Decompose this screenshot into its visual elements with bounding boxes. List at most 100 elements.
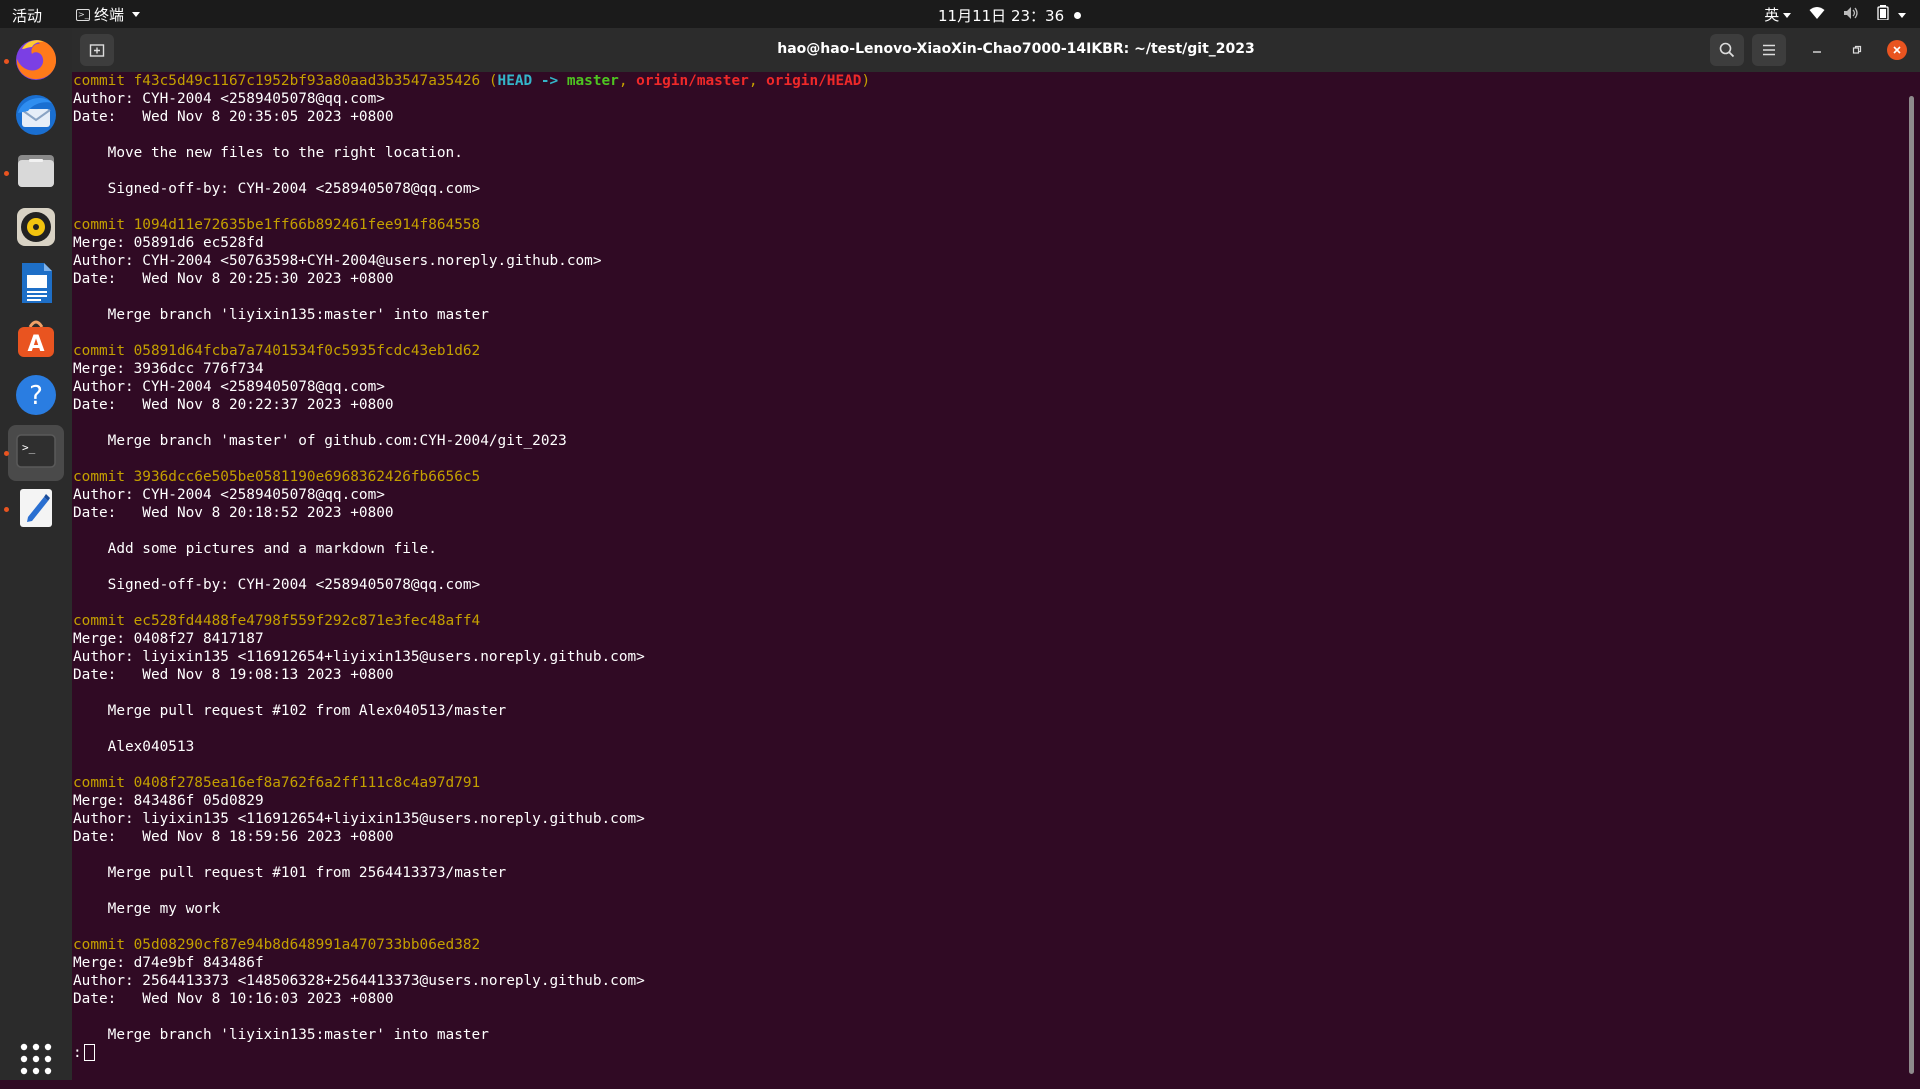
commit-line: commit ec528fd4488fe4798f559f292c871e3fe… bbox=[73, 612, 1908, 630]
commit-line: commit 3936dcc6e505be0581190e6968362426f… bbox=[73, 468, 1908, 486]
terminal-headerbar[interactable]: hao@hao-Lenovo-XiaoXin-Chao7000-14IKBR: … bbox=[72, 28, 1920, 72]
terminal-mini-icon: >_ bbox=[76, 8, 90, 21]
app-menu[interactable]: >_ 终端 bbox=[76, 4, 141, 25]
commit-hash: commit f43c5d49c1167c1952bf93a80aad3b354… bbox=[73, 73, 489, 89]
activities-button[interactable]: 活动 bbox=[12, 5, 42, 26]
commit-line: commit 0408f2785ea16ef8a762f6a2ff111c8c4… bbox=[73, 774, 1908, 792]
hamburger-menu-icon bbox=[1763, 44, 1775, 56]
log-text: Merge: 0408f27 8417187 bbox=[73, 631, 264, 647]
dock-item-firefox[interactable] bbox=[4, 33, 64, 89]
terminal-icon: >_ bbox=[12, 427, 60, 479]
log-text: Signed-off-by: CYH-2004 <2589405078@qq.c… bbox=[73, 577, 481, 593]
svg-text:?: ? bbox=[29, 381, 43, 411]
ref-separator: , bbox=[618, 73, 637, 89]
chevron-down-icon bbox=[1783, 13, 1792, 18]
dock-item-terminal[interactable]: >_ bbox=[4, 425, 64, 481]
top-bar: 活动 >_ 终端 11月11日 23：36 英 bbox=[0, 0, 1920, 28]
commit-line: commit 05d08290cf87e94b8d648991a470733bb… bbox=[73, 936, 1908, 954]
input-method-indicator[interactable]: 英 bbox=[1764, 4, 1792, 25]
log-text: Date: Wed Nov 8 19:08:13 2023 +0800 bbox=[73, 667, 394, 683]
log-line: Merge: 3936dcc 776f734 bbox=[73, 360, 1908, 378]
log-text: Add some pictures and a markdown file. bbox=[73, 541, 437, 557]
commit-hash: commit 3936dcc6e505be0581190e6968362426f… bbox=[73, 469, 481, 485]
search-button[interactable] bbox=[1710, 34, 1744, 66]
wifi-icon[interactable] bbox=[1809, 6, 1825, 24]
close-button[interactable] bbox=[1887, 40, 1907, 60]
minimize-button[interactable] bbox=[1807, 40, 1827, 60]
log-line: Merge: d74e9bf 843486f bbox=[73, 954, 1908, 972]
running-indicator bbox=[4, 451, 9, 456]
dock: A ? >_ bbox=[0, 28, 72, 1080]
ref-paren: ) bbox=[861, 73, 871, 89]
commit-hash: commit ec528fd4488fe4798f559f292c871e3fe… bbox=[73, 613, 481, 629]
svg-text:A: A bbox=[27, 332, 44, 357]
dock-item-files[interactable] bbox=[4, 145, 64, 201]
log-text: Date: Wed Nov 8 18:59:56 2023 +0800 bbox=[73, 829, 394, 845]
remote-ref: origin/master bbox=[636, 73, 749, 89]
log-text: Author: liyixin135 <116912654+liyixin135… bbox=[73, 649, 645, 665]
log-text: Merge pull request #101 from 2564413373/… bbox=[73, 865, 507, 881]
log-text: Merge: d74e9bf 843486f bbox=[73, 955, 264, 971]
clock[interactable]: 11月11日 23：36 bbox=[938, 5, 1082, 26]
log-text: Merge my work bbox=[73, 901, 221, 917]
commit-hash: commit 05d08290cf87e94b8d648991a470733bb… bbox=[73, 937, 481, 953]
log-text: Alex040513 bbox=[73, 739, 195, 755]
commit-line: commit 1094d11e72635be1ff66b892461fee914… bbox=[73, 216, 1908, 234]
terminal-output[interactable]: commit f43c5d49c1167c1952bf93a80aad3b354… bbox=[72, 72, 1908, 1080]
clock-label: 11月11日 23：36 bbox=[938, 7, 1065, 25]
log-text: Merge branch 'liyixin135:master' into ma… bbox=[73, 1027, 489, 1043]
writer-icon bbox=[12, 259, 60, 311]
running-indicator bbox=[4, 171, 9, 176]
log-text: Author: CYH-2004 <2589405078@qq.com> bbox=[73, 487, 385, 503]
show-applications-button[interactable] bbox=[8, 1033, 64, 1089]
maximize-button[interactable] bbox=[1847, 40, 1867, 60]
dock-item-rhythmbox[interactable] bbox=[8, 201, 64, 257]
minimize-icon bbox=[1813, 51, 1821, 53]
firefox-icon bbox=[12, 35, 60, 87]
battery-icon[interactable] bbox=[1877, 5, 1906, 24]
log-text: Author: liyixin135 <116912654+liyixin135… bbox=[73, 811, 645, 827]
menu-button[interactable] bbox=[1752, 34, 1786, 66]
files-icon bbox=[12, 147, 60, 199]
cursor bbox=[83, 1044, 95, 1061]
close-icon bbox=[1893, 46, 1901, 54]
dock-item-software[interactable]: A bbox=[8, 313, 64, 369]
head-ref: HEAD -> bbox=[497, 73, 567, 89]
dock-item-writer[interactable] bbox=[8, 257, 64, 313]
volume-icon[interactable] bbox=[1843, 6, 1859, 24]
log-line: Date: Wed Nov 8 20:25:30 2023 +0800 bbox=[73, 270, 1908, 288]
help-icon: ? bbox=[12, 371, 60, 423]
ref-separator: , bbox=[748, 73, 767, 89]
log-text: Author: CYH-2004 <2589405078@qq.com> bbox=[73, 91, 385, 107]
log-line: Merge: 05891d6 ec528fd bbox=[73, 234, 1908, 252]
system-tray[interactable]: 英 bbox=[1764, 4, 1906, 25]
log-line: Author: CYH-2004 <2589405078@qq.com> bbox=[73, 486, 1908, 504]
terminal-scrollbar[interactable] bbox=[1909, 96, 1914, 1074]
text-editor-icon bbox=[12, 483, 60, 535]
running-indicator bbox=[4, 507, 9, 512]
log-text: Date: Wed Nov 8 20:25:30 2023 +0800 bbox=[73, 271, 394, 287]
log-text: Merge: 843486f 05d0829 bbox=[73, 793, 264, 809]
remote-ref: origin/HEAD bbox=[766, 73, 862, 89]
log-line: Date: Wed Nov 8 20:35:05 2023 +0800 bbox=[73, 108, 1908, 126]
log-line: Merge my work bbox=[73, 900, 1908, 918]
dock-item-help[interactable]: ? bbox=[8, 369, 64, 425]
log-line: Author: CYH-2004 <50763598+CYH-2004@user… bbox=[73, 252, 1908, 270]
log-text: Author: 2564413373 <148506328+2564413373… bbox=[73, 973, 645, 989]
pager-prompt[interactable]: : bbox=[73, 1044, 1908, 1062]
dock-item-text-editor[interactable] bbox=[4, 481, 64, 537]
dock-item-thunderbird[interactable] bbox=[8, 89, 64, 145]
log-line: Date: Wed Nov 8 18:59:56 2023 +0800 bbox=[73, 828, 1908, 846]
log-line: Date: Wed Nov 8 20:22:37 2023 +0800 bbox=[73, 396, 1908, 414]
branch-ref: master bbox=[566, 73, 619, 89]
